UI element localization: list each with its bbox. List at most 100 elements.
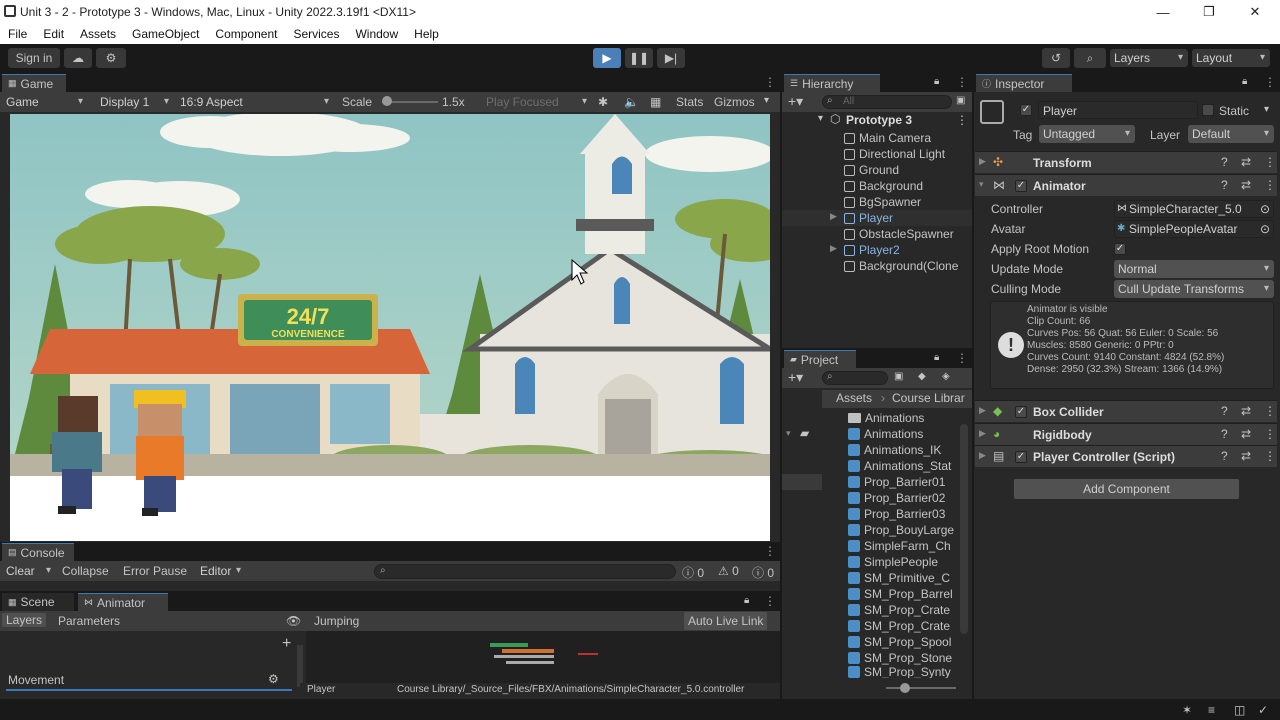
project-item[interactable]: SimpleFarm_Ch — [848, 538, 958, 554]
zoom-slider-thumb[interactable] — [900, 683, 910, 693]
expand-arrow-icon[interactable]: ▾ — [818, 113, 823, 124]
lock-icon[interactable]: 🔒︎ — [934, 352, 939, 363]
state-node[interactable] — [494, 655, 554, 658]
breadcrumb-assets[interactable]: Assets — [836, 391, 872, 405]
search-by-label-icon[interactable]: ◆ — [918, 371, 926, 382]
component-menu-icon[interactable]: ⋮ — [1264, 404, 1276, 418]
hierarchy-search-input[interactable]: ⌕ All — [822, 95, 952, 109]
culling-mode-dropdown[interactable]: Cull Update Transforms — [1114, 280, 1274, 298]
error-count[interactable]: ⓘ 0 — [752, 564, 774, 581]
state-node[interactable] — [490, 643, 528, 647]
tab-animator[interactable]: ⋈ Animator — [78, 593, 168, 611]
tab-console[interactable]: ▤ Console — [2, 543, 74, 561]
history-icon[interactable]: ↺ — [1042, 48, 1070, 68]
gizmos-button[interactable]: Gizmos — [714, 95, 755, 109]
rigidbody-header[interactable]: ▶ ◕ Rigidbody ? ⇄ ⋮ — [975, 423, 1277, 445]
tab-project[interactable]: ▰ Project — [784, 350, 856, 368]
display-dropdown[interactable]: Display 1 — [96, 93, 174, 111]
layers-dropdown[interactable]: Layers — [1110, 49, 1188, 67]
help-icon[interactable]: ? — [1221, 178, 1228, 192]
progress-icon[interactable]: ≡ — [1208, 703, 1215, 717]
breadcrumb-jumping[interactable]: Jumping — [314, 614, 359, 628]
update-mode-dropdown[interactable]: Normal — [1114, 260, 1274, 278]
folder-icon[interactable]: ▰ — [800, 426, 809, 440]
layout-dropdown[interactable]: Layout — [1192, 49, 1270, 67]
expand-arrow-icon[interactable]: ▶ — [830, 243, 837, 254]
component-menu-icon[interactable]: ⋮ — [1264, 449, 1276, 463]
state-node[interactable] — [506, 661, 554, 664]
project-item[interactable]: SM_Prop_Crate — [848, 618, 958, 634]
project-scrollbar[interactable] — [960, 424, 968, 634]
stats-button[interactable]: Stats — [676, 95, 703, 109]
add-component-button[interactable]: Add Component — [1013, 478, 1240, 500]
add-icon[interactable]: +▾ — [788, 93, 803, 110]
hierarchy-item-background[interactable]: Background — [844, 178, 923, 194]
zoom-slider[interactable] — [886, 687, 956, 689]
transform-header[interactable]: ▶ ✣ Transform ? ⇄ ⋮ — [975, 151, 1277, 173]
close-icon[interactable]: ✕ — [1232, 0, 1278, 24]
add-icon[interactable]: +▾ — [788, 369, 803, 386]
preset-icon[interactable]: ⇄ — [1241, 449, 1251, 463]
project-item[interactable]: Prop_Barrier01 — [848, 474, 958, 490]
help-icon[interactable]: ? — [1221, 427, 1228, 441]
tab-hierarchy[interactable]: ☰ Hierarchy — [784, 74, 880, 92]
more-options-icon[interactable]: ⋮ — [1264, 76, 1276, 88]
more-options-icon[interactable]: ⋮ — [956, 352, 968, 364]
search-icon[interactable]: ⌕ — [1074, 48, 1106, 68]
project-item[interactable]: Prop_Barrier02 — [848, 490, 958, 506]
menu-services[interactable]: Services — [285, 27, 347, 41]
project-item[interactable]: SM_Prop_Spool — [848, 634, 958, 650]
layer-dropdown[interactable]: Default — [1188, 125, 1274, 143]
project-item[interactable]: Prop_Barrier03 — [848, 506, 958, 522]
menu-assets[interactable]: Assets — [72, 27, 124, 41]
hierarchy-item-player2[interactable]: Player2 — [844, 242, 900, 258]
help-icon[interactable]: ? — [1221, 155, 1228, 169]
hierarchy-item-directional-light[interactable]: Directional Light — [844, 146, 945, 162]
cloud-icon[interactable]: ☁ — [64, 48, 92, 68]
project-search-input[interactable]: ⌕ — [822, 371, 888, 385]
console-search-input[interactable]: ⌕ — [374, 564, 676, 579]
more-options-icon[interactable]: ⋮ — [764, 76, 776, 88]
player-controller-header[interactable]: ▶ ▤ ✓ Player Controller (Script) ? ⇄ ⋮ — [975, 445, 1277, 467]
tab-inspector[interactable]: ⓘ Inspector — [976, 74, 1072, 92]
game-viewport[interactable]: 24/7 CONVENIENCE — [10, 114, 770, 541]
sign-in-button[interactable]: Sign in — [8, 48, 60, 68]
controller-field[interactable]: ⋈ SimpleCharacter_5.0 ⊙ — [1114, 200, 1274, 218]
menu-file[interactable]: File — [0, 27, 35, 41]
menu-component[interactable]: Component — [207, 27, 285, 41]
component-menu-icon[interactable]: ⋮ — [1264, 178, 1276, 192]
tag-dropdown[interactable]: Untagged — [1039, 125, 1135, 143]
error-pause-button[interactable]: Error Pause — [123, 564, 187, 578]
project-item[interactable]: SM_Prop_Synty — [848, 666, 958, 678]
lock-icon[interactable]: 🔒︎ — [1242, 76, 1247, 87]
play-focused-dropdown[interactable]: Play Focused — [482, 93, 592, 111]
breadcrumb-course-library[interactable]: Course Librar — [892, 391, 965, 405]
hierarchy-item-ground[interactable]: Ground — [844, 162, 899, 178]
add-layer-icon[interactable]: + — [282, 635, 291, 653]
project-item[interactable]: SimplePeople — [848, 554, 958, 570]
box-collider-header[interactable]: ▶ ◆ ✓ Box Collider ? ⇄ ⋮ — [975, 400, 1277, 422]
favorite-icon[interactable]: ◈ — [942, 371, 950, 382]
static-dropdown-icon[interactable]: ▾ — [1264, 104, 1269, 115]
project-item[interactable]: Animations — [848, 426, 958, 442]
log-count[interactable]: ⓘ 0 — [682, 564, 704, 581]
aspect-dropdown[interactable]: 16:9 Aspect — [176, 93, 334, 111]
step-icon[interactable]: ▶| — [657, 48, 685, 68]
collapse-button[interactable]: Collapse — [62, 564, 109, 578]
help-icon[interactable]: ? — [1221, 404, 1228, 418]
hierarchy-item-player[interactable]: Player — [844, 210, 893, 226]
scale-slider-thumb[interactable] — [382, 96, 392, 106]
collab-icon[interactable]: ⚙ — [96, 48, 126, 68]
player-controller-enabled-checkbox[interactable]: ✓ — [1015, 451, 1027, 463]
component-menu-icon[interactable]: ⋮ — [1264, 427, 1276, 441]
menu-window[interactable]: Window — [347, 27, 406, 41]
tab-layers[interactable]: Layers — [2, 613, 47, 627]
preset-icon[interactable]: ⇄ — [1241, 427, 1251, 441]
tab-game[interactable]: ▦ Game — [2, 74, 66, 92]
layer-row-movement[interactable]: Movement ⚙ — [6, 669, 292, 691]
project-item[interactable]: Animations_IK — [848, 442, 958, 458]
expand-arrow-icon[interactable]: ▾ — [786, 428, 791, 439]
hierarchy-item-main-camera[interactable]: Main Camera — [844, 130, 931, 146]
project-item[interactable]: SM_Primitive_C — [848, 570, 958, 586]
minimize-icon[interactable]: — — [1140, 0, 1186, 24]
